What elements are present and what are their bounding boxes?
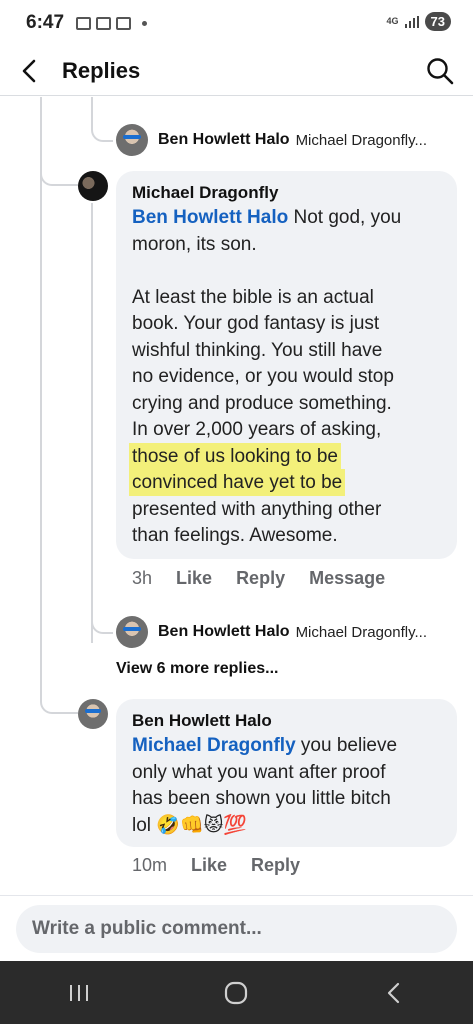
- comment-line: than feelings. Awesome.: [132, 525, 338, 546]
- comment-line: crying and produce something.: [132, 392, 392, 414]
- comment-author[interactable]: Michael Dragonfly: [132, 181, 441, 205]
- mention-link[interactable]: Ben Howlett Halo: [132, 207, 288, 228]
- network-type: 4G: [386, 16, 399, 26]
- comment-line: In over 2,000 years of asking,: [132, 419, 382, 440]
- header: Replies: [0, 46, 473, 96]
- reply-preview-text: Michael Dragonfly...: [295, 623, 428, 641]
- comment-actions: 3h Like Reply Message: [132, 568, 409, 589]
- reply-preview-top[interactable]: Ben Howlett Halo Michael Dragonfly...: [116, 124, 427, 156]
- page-title: Replies: [62, 57, 141, 83]
- status-time: 6:47: [26, 12, 65, 33]
- notification-icons: [76, 16, 148, 30]
- comment-line: you believe: [295, 735, 398, 756]
- thread-line-comment1: [91, 203, 93, 643]
- comment-line: wishful thinking. You still have: [132, 339, 383, 361]
- comment-author[interactable]: Ben Howlett Halo: [132, 709, 441, 733]
- status-bar: 6:47 4G 73: [0, 0, 473, 46]
- comment-bubble[interactable]: Michael Dragonfly Ben Howlett Halo Not g…: [116, 171, 457, 559]
- search-button[interactable]: [425, 56, 455, 86]
- comment-line: presented with anything other: [132, 498, 382, 520]
- battery-indicator: 73: [424, 12, 451, 31]
- reply-author[interactable]: Ben Howlett Halo: [158, 623, 290, 641]
- screenshot-icon: [76, 16, 92, 30]
- reply-preview-nested[interactable]: Ben Howlett Halo Michael Dragonfly...: [116, 616, 427, 648]
- comment-line: book. Your god fantasy is just: [132, 313, 380, 334]
- comment-time: 3h: [132, 568, 153, 588]
- system-back-button[interactable]: [364, 973, 424, 1013]
- chevron-left-icon: [388, 982, 400, 1003]
- reply-button[interactable]: Reply: [251, 855, 300, 876]
- home-button[interactable]: [206, 973, 266, 1013]
- comment-input[interactable]: Write a public comment...: [16, 905, 457, 953]
- avatar[interactable]: [116, 616, 148, 648]
- back-button[interactable]: [0, 46, 60, 96]
- comment-line: lol 🤣👊😾💯: [132, 814, 248, 836]
- highlighted-text: convinced have yet to be: [132, 472, 343, 493]
- comment-line: Not god, you: [288, 207, 402, 228]
- comment-text: Ben Howlett Halo Not god, you moron, its…: [132, 205, 441, 550]
- system-navigation-bar: [0, 961, 473, 1024]
- view-more-replies-link[interactable]: View 6 more replies...: [116, 660, 278, 678]
- comment-actions: 10m Like Reply: [132, 855, 324, 876]
- thread-connector-comment1: [40, 168, 78, 186]
- thread-connector-nested: [91, 612, 113, 634]
- like-button[interactable]: Like: [191, 855, 227, 876]
- comment-line: [132, 258, 441, 285]
- recent-apps-button[interactable]: [49, 973, 109, 1013]
- news-icon: [96, 16, 112, 30]
- reply-button[interactable]: Reply: [236, 568, 285, 589]
- avatar[interactable]: [78, 171, 108, 201]
- back-arrow-icon: [22, 59, 36, 82]
- home-icon: [225, 981, 248, 1004]
- more-notifications-icon: [142, 20, 148, 26]
- thread-connector-outer: [40, 690, 78, 714]
- comment-line: has been shown you little bitch: [132, 788, 391, 809]
- comment-line: At least the bible is an actual: [132, 286, 374, 308]
- status-right: 4G 73: [387, 12, 451, 31]
- thread-connector-top: [91, 120, 113, 142]
- comment-line: only what you want after proof: [132, 761, 386, 783]
- comment-line: no evidence, or you would stop: [132, 366, 394, 387]
- comment-bubble[interactable]: Ben Howlett Halo Michael Dragonfly you b…: [116, 699, 457, 847]
- recent-apps-icon: [69, 984, 88, 1001]
- comment-time: 10m: [132, 855, 168, 875]
- like-button[interactable]: Like: [176, 568, 212, 589]
- composer-bar: Write a public comment...: [0, 895, 473, 961]
- mention-link[interactable]: Michael Dragonfly: [132, 735, 296, 756]
- highlighted-text: those of us looking to be: [132, 445, 338, 467]
- thread-line-outer: [40, 97, 42, 697]
- mail-icon: [116, 16, 132, 30]
- message-button[interactable]: Message: [309, 568, 385, 589]
- search-icon: [427, 58, 454, 85]
- comment-text: Michael Dragonfly you believe only what …: [132, 733, 441, 839]
- signal-icon: [404, 15, 419, 28]
- avatar[interactable]: [78, 699, 108, 729]
- avatar[interactable]: [116, 124, 148, 156]
- reply-preview-text: Michael Dragonfly...: [295, 131, 428, 149]
- reply-author[interactable]: Ben Howlett Halo: [158, 131, 290, 149]
- comment-line: moron, its son.: [132, 233, 257, 255]
